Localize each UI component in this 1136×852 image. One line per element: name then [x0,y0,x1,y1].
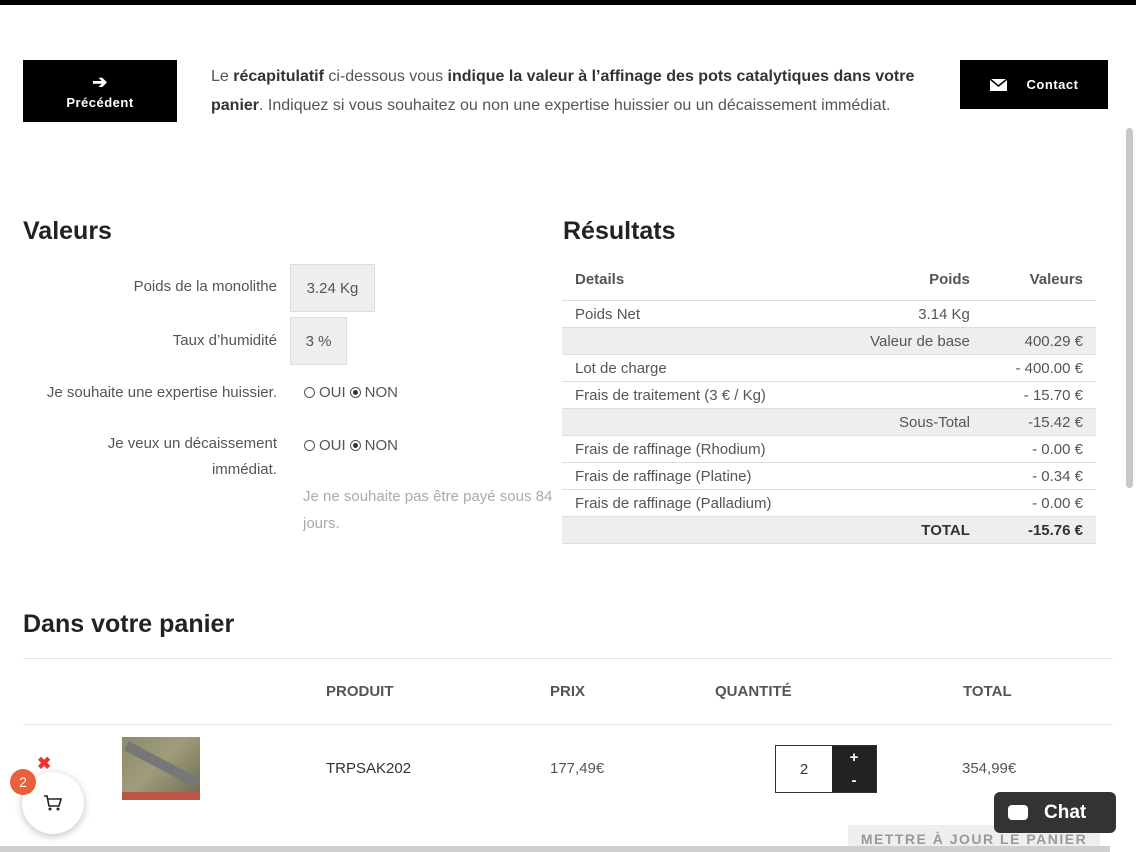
table-row: Lot de charge - 400.00 € [562,354,1096,382]
cell [830,354,983,382]
product-price: 177,49€ [550,760,605,777]
cell: - 0.34 € [982,462,1096,490]
cell: Valeur de base [830,327,983,355]
poids-field[interactable]: 3.24 Kg [290,264,375,312]
cell: Frais de raffinage (Rhodium) [562,435,831,463]
quantity-input[interactable]: 2 [776,746,832,792]
intro-text: Le récapitulatif ci-dessous vous indique… [211,62,931,120]
horizontal-scrollbar[interactable] [0,846,1110,852]
table-row: Frais de raffinage (Rhodium) - 0.00 € [562,435,1096,463]
cell [830,381,983,409]
table-row: Frais de traitement (3 € / Kg) - 15.70 € [562,381,1096,409]
previous-button-label: Précédent [66,94,134,110]
envelope-icon [989,78,1007,91]
cart-count-badge: 2 [10,769,36,795]
product-thumbnail[interactable] [122,737,200,800]
cart-title: Dans votre panier [23,610,235,638]
table-row: Frais de raffinage (Platine) - 0.34 € [562,462,1096,490]
cell [830,435,983,463]
col-valeurs: Valeurs [982,258,1096,301]
intro-bold: récapitulatif [233,68,324,85]
decaissement-oui-radio[interactable] [304,440,315,451]
cell: Poids Net [562,300,831,328]
cell [982,300,1096,328]
intro-part: . Indiquez si vous souhaitez ou non une … [259,97,891,114]
table-header-row: Details Poids Valeurs [562,258,1096,301]
cell [830,489,983,517]
col-details: Details [562,258,831,301]
cell: Lot de charge [562,354,831,382]
decaissement-non-radio[interactable] [349,440,361,451]
cell [562,327,831,355]
shopping-cart-icon [44,795,62,811]
non-label: NON [364,437,399,454]
humidite-label: Taux d’humidité [172,332,277,349]
table-row: Poids Net 3.14 Kg [562,300,1096,328]
expertise-non-radio[interactable] [349,387,361,398]
resultats-table: Details Poids Valeurs Poids Net 3.14 Kg … [562,258,1096,544]
expertise-oui-radio[interactable] [304,387,315,398]
cell: - 0.00 € [982,489,1096,517]
quantity-minus-button[interactable]: - [832,769,876,792]
chat-label: Chat [1044,801,1087,823]
arrow-left-icon: ➔ [92,71,108,92]
table-row-total: TOTAL -15.76 € [562,516,1096,544]
cell: - 400.00 € [982,354,1096,382]
cell: Sous-Total [830,408,983,436]
intro-part: Le [211,68,234,85]
cell: 400.29 € [982,327,1096,355]
expertise-label: Je souhaite une expertise huissier. [46,384,277,401]
oui-label: OUI [319,437,346,454]
divider [23,724,1113,725]
intro-part: ci-dessous vous [323,68,448,85]
contact-button[interactable]: Contact [960,60,1108,109]
chat-bubble-icon [1008,805,1028,820]
product-name[interactable]: TRPSAK202 [326,760,411,777]
col-poids: Poids [830,258,983,301]
quantity-plus-button[interactable]: + [832,746,876,769]
cell: - 0.00 € [982,435,1096,463]
quantity-stepper: 2 + - [775,745,877,793]
contact-button-label: Contact [1026,77,1079,92]
cell: 3.14 Kg [830,300,983,328]
payment-hint: Je ne souhaite pas être payé sous 84 jou… [303,488,553,532]
divider [23,658,1113,659]
cell: -15.42 € [982,408,1096,436]
resultats-title: Résultats [563,217,676,245]
col-quantite: QUANTITÉ [715,683,792,700]
close-icon[interactable]: ✖ [37,754,51,774]
product-total: 354,99€ [962,760,1017,777]
decaissement-radio-group: OUI NON [304,437,398,454]
cell: TOTAL [830,516,983,544]
valeurs-title: Valeurs [23,217,112,245]
table-row: Frais de raffinage (Palladium) - 0.00 € [562,489,1096,517]
cell: - 15.70 € [982,381,1096,409]
col-produit: PRODUIT [326,683,394,700]
cell: Frais de traitement (3 € / Kg) [562,381,831,409]
chat-button[interactable]: Chat [994,792,1116,833]
poids-label: Poids de la monolithe [133,278,277,295]
oui-label: OUI [319,384,346,401]
cell [830,462,983,490]
table-row: Valeur de base 400.29 € [562,327,1096,355]
cell: Frais de raffinage (Platine) [562,462,831,490]
decaissement-label: Je veux un décaissement immédiat. [107,435,277,478]
top-border [0,0,1136,5]
col-prix: PRIX [550,683,586,700]
vertical-scrollbar[interactable] [1126,128,1133,488]
humidite-field[interactable]: 3 % [290,317,347,365]
cell [562,408,831,436]
col-total: TOTAL [963,683,1012,700]
previous-button[interactable]: ➔ Précédent [23,60,177,122]
cell: -15.76 € [982,516,1096,544]
cell [562,516,831,544]
expertise-radio-group: OUI NON [304,384,398,401]
non-label: NON [364,384,399,401]
table-row: Sous-Total -15.42 € [562,408,1096,436]
cell: Frais de raffinage (Palladium) [562,489,831,517]
